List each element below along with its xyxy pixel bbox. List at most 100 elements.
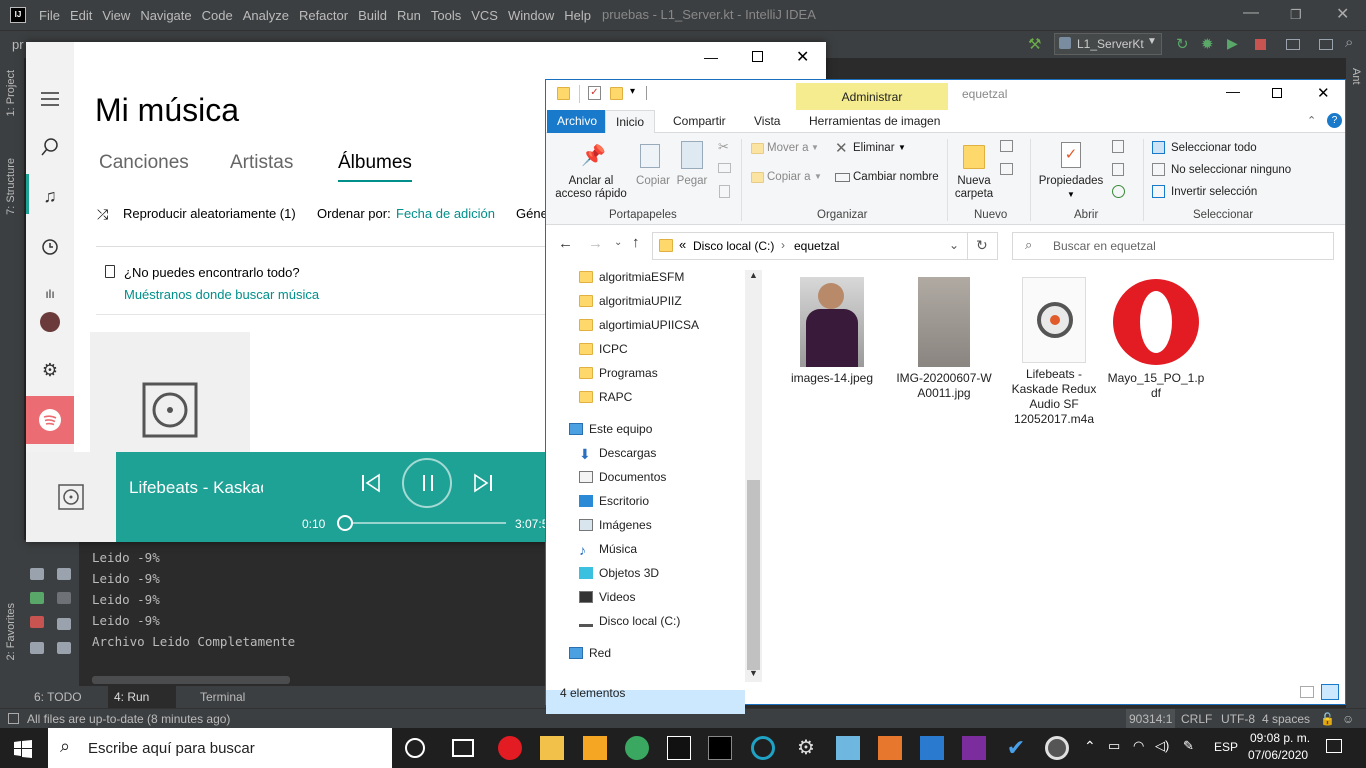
nav-documents[interactable]: Documentos xyxy=(579,465,666,489)
nav-folder[interactable]: ICPC xyxy=(579,337,628,361)
opera-icon[interactable] xyxy=(498,736,522,760)
clock-date[interactable]: 07/06/2020 xyxy=(1248,748,1308,762)
refresh-button[interactable]: ↻ xyxy=(968,232,998,260)
cortana-icon[interactable] xyxy=(405,738,425,758)
coverage-icon[interactable]: ▶ xyxy=(1227,35,1238,52)
search-icon[interactable] xyxy=(38,135,62,159)
new-folder-qat-icon[interactable] xyxy=(610,87,623,100)
nav-music[interactable]: ♪ Música xyxy=(579,537,637,561)
help-icon[interactable]: ? xyxy=(1327,113,1342,128)
breadcrumb-drive[interactable]: Disco local (C:) xyxy=(693,239,774,253)
seek-track[interactable] xyxy=(336,515,506,531)
scroll-up-icon[interactable]: ▲ xyxy=(749,270,758,280)
control-panel-icon[interactable] xyxy=(836,736,860,760)
file-item[interactable]: IMG-20200607-W A0011.jpg xyxy=(894,277,994,401)
edit-icon[interactable] xyxy=(1112,163,1124,176)
run-console[interactable]: Leido -9% Leido -9% Leido -9% Leido -9% … xyxy=(79,540,546,686)
now-playing-bars-icon[interactable]: ılı xyxy=(38,282,62,306)
nav-downloads[interactable]: ⬇ Descargas xyxy=(579,441,656,465)
context-tab-manage[interactable]: Administrar xyxy=(796,83,948,111)
spotify-promo[interactable] xyxy=(26,396,74,444)
sublime-icon[interactable] xyxy=(583,736,607,760)
menu-build[interactable]: Build xyxy=(353,8,392,23)
nav-folder[interactable]: algoritmiaUPIIZ xyxy=(579,289,682,313)
pause-button[interactable] xyxy=(402,458,452,508)
music-maximize-icon[interactable] xyxy=(752,51,763,62)
rerun-icon[interactable]: ↻ xyxy=(1176,35,1189,53)
file-encoding[interactable]: UTF-8 xyxy=(1221,712,1255,726)
tab-project[interactable]: 1: Project xyxy=(5,70,17,116)
todo-check-icon[interactable]: ✔ xyxy=(1004,736,1028,760)
hamburger-menu-icon[interactable] xyxy=(38,87,62,111)
shuffle-all-button[interactable]: Reproducir aleatoriamente (1) xyxy=(123,206,296,221)
search-box[interactable]: ⌕ Buscar en equetzal xyxy=(1012,232,1334,260)
build-hammer-icon[interactable]: ⚒ xyxy=(1028,35,1041,53)
avatar[interactable] xyxy=(40,312,60,332)
tab-share[interactable]: Compartir xyxy=(663,110,736,133)
nav-videos[interactable]: Videos xyxy=(579,585,635,609)
open-icon[interactable] xyxy=(1112,140,1124,153)
tab-ant[interactable]: Ant xyxy=(1350,68,1362,85)
qat-dropdown-icon[interactable]: ▾ xyxy=(630,86,635,97)
scroll-thumb[interactable] xyxy=(747,480,760,670)
trash-icon[interactable] xyxy=(57,642,71,654)
tab-albums[interactable]: Álbumes xyxy=(338,152,412,182)
menu-refactor[interactable]: Refactor xyxy=(294,8,353,23)
run-config-select[interactable]: L1_ServerKt ▼ xyxy=(1054,33,1162,55)
properties-qat-icon[interactable]: ✓ xyxy=(588,86,601,100)
nav-folder[interactable]: algortimiaUPIICSA xyxy=(579,313,699,337)
search-everywhere-icon[interactable]: ⌕ xyxy=(1345,34,1353,51)
rename-button[interactable]: Cambiar nombre xyxy=(853,171,939,183)
now-playing-title[interactable]: Lifebeats - Kaskade xyxy=(129,478,263,498)
gear-icon[interactable]: ⚙ xyxy=(38,358,62,382)
pen-icon[interactable]: ✎ xyxy=(1183,738,1194,754)
taskbar-search[interactable]: ⌕ Escribe aquí para buscar xyxy=(48,728,392,768)
camera-icon[interactable] xyxy=(30,568,44,580)
task-view-icon[interactable] xyxy=(452,739,474,757)
wrap-icon[interactable] xyxy=(57,568,71,580)
my-music-icon[interactable]: ♫ xyxy=(38,184,62,208)
photos-icon[interactable] xyxy=(920,736,944,760)
copy-path-icon[interactable] xyxy=(718,163,731,173)
menu-view[interactable]: View xyxy=(97,8,135,23)
easy-access-icon[interactable] xyxy=(1000,163,1013,175)
clock-time[interactable]: 09:08 p. m. xyxy=(1250,731,1310,745)
groove-music-icon[interactable] xyxy=(1045,736,1069,760)
nav-3d-objects[interactable]: Objetos 3D xyxy=(579,561,659,585)
language-indicator[interactable]: ESP xyxy=(1214,740,1238,754)
layout-icon[interactable] xyxy=(30,642,44,654)
terminal-icon[interactable] xyxy=(708,736,732,760)
tab-view[interactable]: Vista xyxy=(744,110,790,133)
breadcrumb-folder[interactable]: equetzal xyxy=(794,239,839,253)
tab-favorites[interactable]: 2: Favorites xyxy=(5,603,17,660)
onenote-icon[interactable] xyxy=(962,736,986,760)
album-tile[interactable] xyxy=(90,332,250,452)
back-arrow-icon[interactable]: ← xyxy=(558,235,573,252)
menu-navigate[interactable]: Navigate xyxy=(135,8,196,23)
nav-network[interactable]: Red xyxy=(569,641,611,665)
nav-folder[interactable]: algoritmiaESFM xyxy=(579,265,684,289)
show-where-link[interactable]: Muéstranos donde buscar música xyxy=(124,287,319,302)
address-history-icon[interactable]: ⌄ xyxy=(949,238,959,252)
menu-edit[interactable]: Edit xyxy=(65,8,97,23)
wifi-icon[interactable]: ◠ xyxy=(1133,738,1144,754)
seek-thumb[interactable] xyxy=(336,515,353,531)
ide-minimize-icon[interactable]: — xyxy=(1243,4,1259,22)
tab-run[interactable]: 4: Run xyxy=(114,690,149,704)
layout-icon[interactable] xyxy=(1319,39,1333,50)
tab-picture-tools[interactable]: Herramientas de imagen xyxy=(799,110,950,133)
recent-clock-icon[interactable] xyxy=(38,235,62,259)
menu-file[interactable]: File xyxy=(34,8,65,23)
tab-todo[interactable]: 6: TODO xyxy=(34,690,82,704)
paste-button[interactable]: Pegar xyxy=(674,137,710,197)
menu-code[interactable]: Code xyxy=(197,8,238,23)
genre-filter[interactable]: Géne xyxy=(516,206,548,221)
tab-songs[interactable]: Canciones xyxy=(99,152,189,174)
lock-icon[interactable]: 🔓 xyxy=(1320,712,1335,726)
previous-track-icon[interactable] xyxy=(360,473,382,493)
ide-close-icon[interactable]: ✕ xyxy=(1336,4,1349,24)
file-item[interactable]: Mayo_15_PO_1.p df xyxy=(1106,277,1206,401)
copy-button[interactable]: Copiar xyxy=(631,137,675,197)
delete-button[interactable]: Eliminar xyxy=(853,142,895,154)
new-folder-button[interactable]: Nueva carpeta xyxy=(951,137,997,203)
